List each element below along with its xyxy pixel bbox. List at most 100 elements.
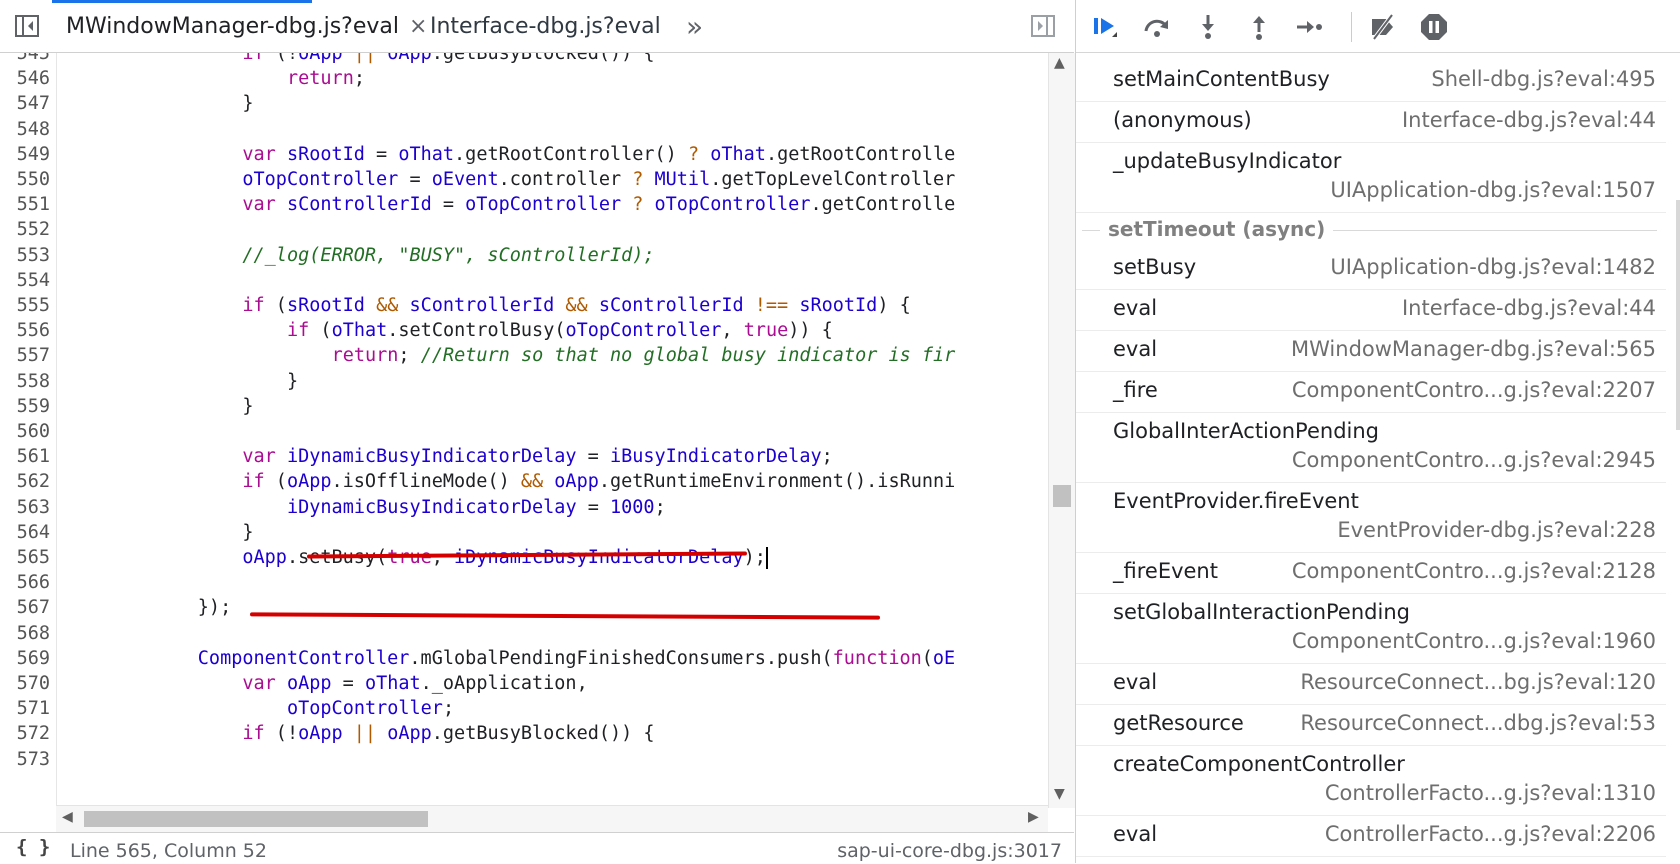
sidebar-scrollbar-thumb[interactable]	[1676, 200, 1680, 430]
step-into-icon[interactable]	[1193, 12, 1223, 42]
line-number[interactable]: 571	[0, 695, 50, 722]
line-number[interactable]: 554	[0, 267, 50, 294]
code-line[interactable]: if (oThat.setControlBusy(oTopController,…	[287, 317, 833, 344]
tab-mwindowmanager[interactable]: MWindowManager-dbg.js?eval ×	[66, 0, 427, 52]
code-line[interactable]: var oApp = oThat._oApplication,	[242, 670, 587, 697]
call-frame[interactable]: setGlobalInteractionPending ComponentCont…	[1076, 594, 1666, 664]
code-line[interactable]: //_log(ERROR, "BUSY", sControllerId);	[242, 242, 654, 269]
code-line[interactable]: var iDynamicBusyIndicatorDelay = iBusyIn…	[242, 443, 832, 470]
pause-on-exceptions-icon[interactable]	[1419, 12, 1449, 42]
code-editor[interactable]: 545 546 547 548 549 550 551 552 553 554 555 556 557 5…	[0, 53, 1074, 808]
scroll-down-icon[interactable]: ▼	[1054, 786, 1065, 802]
line-number[interactable]: 565	[0, 544, 50, 571]
step-out-icon[interactable]	[1244, 12, 1274, 42]
code-line[interactable]: });	[198, 594, 231, 621]
call-frame[interactable]: _fireEvent ComponentContro...g.js?eval:21…	[1076, 553, 1666, 594]
call-frame-location[interactable]: ComponentContro...g.js?eval:2128	[1292, 559, 1656, 583]
call-frame[interactable]: (anonymous) Interface-dbg.js?eval:44	[1076, 102, 1666, 143]
resume-icon[interactable]	[1090, 12, 1120, 42]
code-content[interactable]: if (!oApp || oApp.getBusyBlocked()) { ret…	[56, 53, 1048, 808]
code-line[interactable]: }	[242, 393, 253, 420]
step-over-icon[interactable]	[1142, 12, 1172, 42]
code-line[interactable]: }	[287, 368, 298, 395]
call-frame-location[interactable]: ComponentContro...g.js?eval:1960	[1292, 629, 1656, 653]
call-frame-location[interactable]: Interface-dbg.js?eval:44	[1402, 296, 1656, 320]
call-frame-location[interactable]: ComponentContro...g.js?eval:2207	[1292, 378, 1656, 402]
line-number[interactable]: 547	[0, 90, 50, 117]
code-line[interactable]: if (sRootId && sControllerId && sControl…	[242, 292, 910, 319]
call-frame-location[interactable]: ControllerFacto...g.js?eval:1310	[1325, 781, 1656, 805]
call-frame[interactable]: eval ControllerFacto...g.js?eval:2206	[1076, 816, 1666, 857]
line-number[interactable]: 553	[0, 242, 50, 269]
line-number[interactable]: 572	[0, 720, 50, 747]
source-link[interactable]: sap-ui-core-dbg.js:3017	[837, 840, 1062, 862]
call-frame[interactable]: _updateBusyIndicator UIApplication-dbg.js…	[1076, 143, 1666, 213]
scrollbar-thumb[interactable]	[1053, 485, 1071, 507]
call-frame[interactable]: GlobalInterActionPending ComponentContro.…	[1076, 413, 1666, 483]
close-icon[interactable]: ×	[409, 14, 427, 39]
call-frame-location[interactable]: UIApplication-dbg.js?eval:1507	[1330, 178, 1656, 202]
code-line[interactable]: ComponentController.mGlobalPendingFinish…	[198, 645, 955, 672]
code-line[interactable]: return; //Return so that no global busy …	[332, 342, 956, 369]
line-number[interactable]: 546	[0, 65, 50, 92]
call-frame[interactable]: eval Interface-dbg.js?eval:44	[1076, 290, 1666, 331]
call-frame-location[interactable]: Shell-dbg.js?eval:495	[1431, 67, 1656, 91]
call-frame-location[interactable]: Interface-dbg.js?eval:44	[1402, 108, 1656, 132]
vertical-scrollbar[interactable]: ▲ ▼	[1048, 53, 1075, 808]
line-number[interactable]: 564	[0, 519, 50, 546]
scroll-right-icon[interactable]: ▶	[1028, 809, 1039, 825]
call-frame-location[interactable]: ResourceConnect...bg.js?eval:120	[1300, 670, 1656, 694]
call-frame-location[interactable]: EventProvider-dbg.js?eval:228	[1337, 518, 1656, 542]
step-icon[interactable]	[1294, 12, 1324, 42]
code-line[interactable]: }	[242, 90, 253, 117]
scroll-left-icon[interactable]: ◀	[62, 809, 73, 825]
line-number[interactable]: 558	[0, 368, 50, 395]
more-tabs-icon[interactable]: »	[686, 0, 703, 52]
code-line[interactable]: if (!oApp || oApp.getBusyBlocked()) {	[242, 720, 654, 747]
horizontal-scrollbar[interactable]: ◀ ▶	[56, 805, 1048, 832]
line-number[interactable]: 568	[0, 620, 50, 647]
line-number[interactable]: 548	[0, 116, 50, 143]
code-line[interactable]: iDynamicBusyIndicatorDelay = 1000;	[287, 494, 666, 521]
line-number[interactable]: 566	[0, 569, 50, 596]
call-frame-location[interactable]: ResourceConnect...dbg.js?eval:53	[1300, 711, 1656, 735]
line-number-gutter[interactable]: 545 546 547 548 549 550 551 552 553 554 555 556 557 5…	[0, 53, 57, 808]
call-frame[interactable]: eval ResourceConnect...bg.js?eval:120	[1076, 664, 1666, 705]
code-line[interactable]: return;	[287, 65, 365, 92]
scrollbar-thumb[interactable]	[84, 811, 428, 827]
line-number[interactable]: 563	[0, 494, 50, 521]
call-frame-location[interactable]: MWindowManager-dbg.js?eval:565	[1291, 337, 1656, 361]
line-number[interactable]: 567	[0, 594, 50, 621]
call-frame[interactable]: createComponentController ControllerFacto…	[1076, 746, 1666, 816]
code-line[interactable]: }	[242, 519, 253, 546]
code-line[interactable]: oTopController;	[287, 695, 454, 722]
pretty-print-icon[interactable]: { }	[16, 836, 50, 858]
line-number[interactable]: 569	[0, 645, 50, 672]
call-frame-location[interactable]: UIApplication-dbg.js?eval:1482	[1330, 255, 1656, 279]
line-number[interactable]: 573	[0, 746, 50, 773]
code-line[interactable]: var sControllerId = oTopController ? oTo…	[242, 191, 955, 218]
call-frame[interactable]: setMainContentBusy Shell-dbg.js?eval:495	[1076, 61, 1666, 102]
line-number[interactable]: 552	[0, 216, 50, 243]
call-frame[interactable]: getResource ResourceConnect...dbg.js?eval…	[1076, 705, 1666, 746]
code-line[interactable]: oTopController = oEvent.controller ? MUt…	[242, 166, 955, 193]
toggle-navigator-icon[interactable]	[14, 13, 40, 39]
scroll-up-icon[interactable]: ▲	[1054, 55, 1065, 71]
call-frame[interactable]: _fire ComponentContro...g.js?eval:2207	[1076, 372, 1666, 413]
tab-interface[interactable]: Interface-dbg.js?eval	[430, 0, 661, 52]
toggle-debugger-icon[interactable]	[1030, 13, 1056, 39]
line-number[interactable]: 561	[0, 443, 50, 470]
line-number[interactable]: 551	[0, 191, 50, 218]
call-frame[interactable]: setBusy UIApplication-dbg.js?eval:1482	[1076, 249, 1666, 290]
line-number[interactable]: 562	[0, 468, 50, 495]
line-number[interactable]: 559	[0, 393, 50, 420]
deactivate-breakpoints-icon[interactable]	[1368, 12, 1398, 42]
call-frame[interactable]: eval MWindowManager-dbg.js?eval:565	[1076, 331, 1666, 372]
line-number[interactable]: 555	[0, 292, 50, 319]
line-number[interactable]: 550	[0, 166, 50, 193]
code-line[interactable]: if (oApp.isOfflineMode() && oApp.getRunt…	[242, 468, 955, 495]
line-number[interactable]: 549	[0, 141, 50, 168]
call-frame[interactable]: EventProvider.fireEvent EventProvider-dbg…	[1076, 483, 1666, 553]
call-frame-location[interactable]: ComponentContro...g.js?eval:2945	[1292, 448, 1656, 472]
line-number[interactable]: 556	[0, 317, 50, 344]
